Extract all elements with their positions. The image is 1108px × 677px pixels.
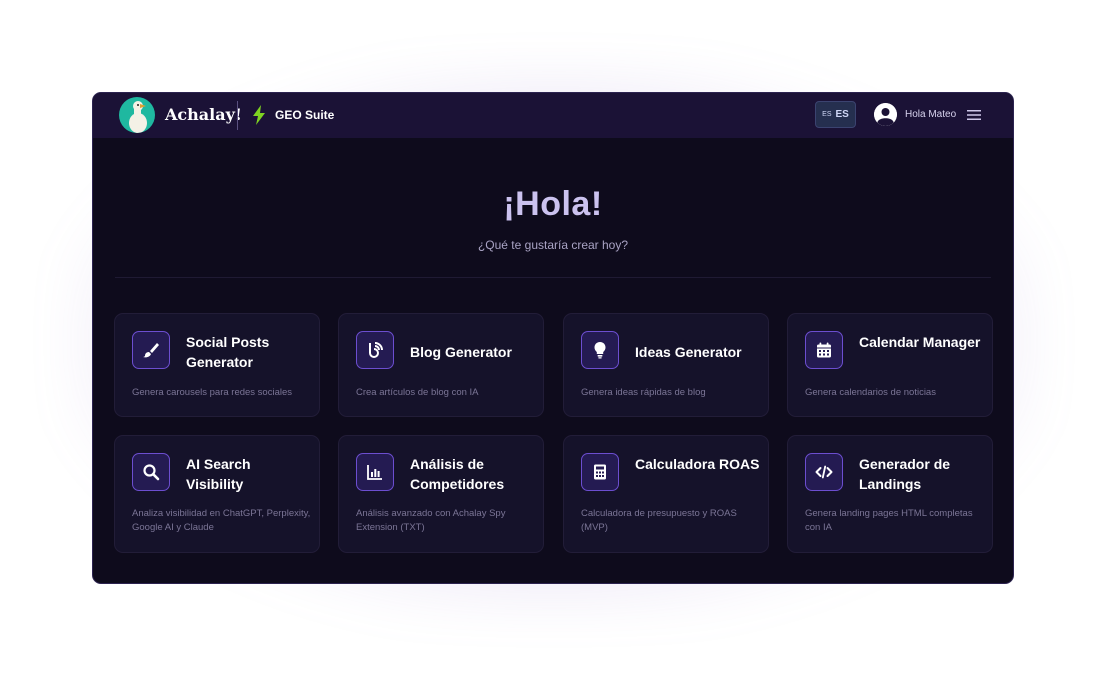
language-selector[interactable]: ES ES (815, 101, 856, 128)
card-description: Analiza visibilidad en ChatGPT, Perplexi… (132, 508, 311, 533)
top-bar: Achalay! GEO Suite ES ES Hola Mateo (93, 93, 1013, 138)
card-ideas-generator[interactable]: Ideas Generator Genera ideas rápidas de … (563, 313, 769, 417)
card-title: AI Search Visibility (186, 456, 251, 492)
header-divider (237, 101, 238, 130)
achalay-logo[interactable] (119, 97, 155, 133)
card-description: Calculadora de presupuesto y ROAS (MVP) (581, 508, 737, 533)
hero-subtitle: ¿Qué te gustaría crear hoy? (477, 238, 629, 252)
brand-name[interactable]: Achalay! (165, 105, 242, 124)
bolt-icon (253, 105, 265, 125)
card-title: Social Posts Generator (186, 334, 270, 370)
card-generador-landings[interactable]: Generador de Landings Genera landing pag… (787, 435, 993, 553)
card-title: Calculadora ROAS (635, 456, 760, 472)
card-description: Genera ideas rápidas de blog (581, 387, 706, 398)
chart-icon (356, 453, 394, 491)
suite-name: GEO Suite (275, 108, 335, 122)
card-title: Blog Generator (410, 344, 512, 360)
section-divider (115, 277, 991, 278)
lightbulb-icon (581, 331, 619, 369)
blog-icon (356, 331, 394, 369)
card-description: Análisis avanzado con Achalay Spy Extens… (356, 508, 506, 533)
user-avatar-icon[interactable] (874, 103, 897, 126)
card-social-posts-generator[interactable]: Social Posts Generator Genera carousels … (114, 313, 320, 417)
card-blog-generator[interactable]: Blog Generator Crea artículos de blog co… (338, 313, 544, 417)
card-description: Genera calendarios de noticias (805, 387, 936, 398)
code-icon (805, 453, 843, 491)
card-title: Análisis de Competidores (410, 456, 505, 492)
card-description: Genera carousels para redes sociales (132, 387, 293, 398)
lang-code: ES (835, 109, 849, 120)
hamburger-menu-icon[interactable] (967, 109, 981, 121)
card-title: Generador de Landings (859, 456, 951, 492)
brush-icon (132, 331, 170, 369)
lang-code-small: ES (822, 111, 832, 118)
card-description: Crea artículos de blog con IA (356, 387, 479, 398)
search-icon (132, 453, 170, 491)
calculator-icon (581, 453, 619, 491)
card-title: Calendar Manager (859, 334, 981, 350)
card-ai-search-visibility[interactable]: AI Search Visibility Analiza visibilidad… (114, 435, 320, 553)
card-analisis-competidores[interactable]: Análisis de Competidores Análisis avanza… (338, 435, 544, 553)
hero-title: ¡Hola! (503, 185, 603, 223)
card-calendar-manager[interactable]: Calendar Manager Genera calendarios de n… (787, 313, 993, 417)
card-description: Genera landing pages HTML completas con … (805, 508, 973, 533)
calendar-icon (805, 331, 843, 369)
app-window: Achalay! GEO Suite ES ES Hola Mateo ¡Hol… (92, 92, 1014, 584)
card-calculadora-roas[interactable]: Calculadora ROAS Calculadora de presupue… (563, 435, 769, 553)
card-title: Ideas Generator (635, 344, 742, 360)
user-greeting[interactable]: Hola Mateo (905, 109, 956, 120)
